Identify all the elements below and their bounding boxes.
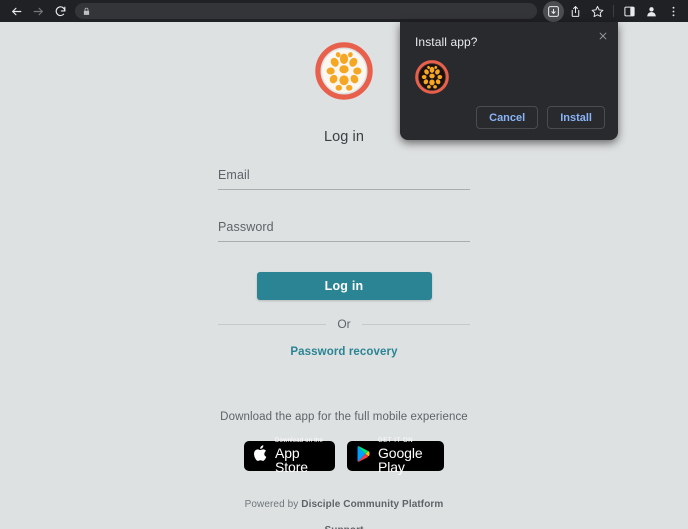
password-label: Password	[218, 220, 274, 234]
cancel-button[interactable]: Cancel	[476, 106, 539, 129]
email-underline	[218, 189, 470, 190]
navigation-buttons	[0, 1, 70, 21]
login-form: Email Password	[218, 168, 470, 272]
powered-brand: Disciple Community Platform	[301, 499, 444, 510]
forward-button[interactable]	[28, 1, 48, 21]
powered-prefix: Powered by	[244, 499, 302, 510]
google-play-icon	[356, 445, 372, 468]
dialog-app-logo	[415, 60, 449, 94]
divider-label: Or	[337, 317, 351, 331]
app-store-small-label: Download on the	[275, 438, 324, 444]
app-store-big-label: App Store	[275, 445, 308, 475]
support-link[interactable]: Support	[245, 525, 444, 529]
or-divider: Or	[218, 317, 470, 331]
toolbar-actions	[543, 0, 688, 22]
install-button[interactable]: Install	[547, 106, 605, 129]
three-dot-menu-icon[interactable]	[663, 1, 684, 22]
dialog-title: Install app?	[415, 35, 478, 49]
app-store-badge[interactable]: Download on the App Store	[244, 438, 335, 474]
side-panel-icon[interactable]	[619, 1, 640, 22]
email-field[interactable]: Email	[218, 168, 470, 190]
install-app-dialog: Install app? Cancel Install	[400, 22, 618, 140]
download-prompt-text: Download the app for the full mobile exp…	[220, 411, 468, 423]
powered-by-text: Powered by Disciple Community Platform	[245, 499, 444, 510]
google-play-badge[interactable]: GET IT ON Google Play	[347, 438, 444, 474]
address-bar[interactable]	[75, 3, 537, 19]
password-underline	[218, 241, 470, 242]
page-footer: Powered by Disciple Community Platform S…	[245, 499, 444, 529]
app-store-text: Download on the App Store	[275, 438, 326, 474]
google-play-text: GET IT ON Google Play	[378, 438, 435, 474]
google-play-big-label: Google Play	[378, 445, 423, 475]
divider-line-right	[361, 323, 470, 325]
passion-fruit-logo-icon	[415, 60, 449, 94]
reload-icon	[54, 5, 67, 18]
browser-toolbar	[0, 0, 688, 22]
reload-button[interactable]	[50, 1, 70, 21]
install-app-icon[interactable]	[543, 0, 564, 22]
toolbar-divider	[613, 5, 614, 17]
page-title: Log in	[323, 129, 365, 145]
app-store-badges: Download on the App Store GET IT ON Goog…	[244, 438, 444, 474]
email-label: Email	[218, 168, 250, 182]
profile-avatar-icon[interactable]	[641, 1, 662, 22]
password-field[interactable]: Password	[218, 220, 470, 242]
close-icon[interactable]	[594, 27, 612, 45]
browser-window: Log in Email Password Log in Or Password…	[0, 0, 688, 529]
dialog-actions: Cancel Install	[476, 106, 605, 129]
apple-icon	[253, 444, 269, 468]
back-button[interactable]	[6, 1, 26, 21]
password-recovery-link[interactable]: Password recovery	[290, 346, 397, 358]
share-icon[interactable]	[565, 1, 586, 22]
google-play-small-label: GET IT ON	[378, 438, 414, 444]
passion-fruit-logo-icon	[315, 42, 373, 100]
divider-line-left	[218, 323, 327, 325]
login-submit-button[interactable]: Log in	[256, 272, 432, 300]
arrow-right-icon	[32, 5, 45, 18]
lock-icon	[82, 7, 91, 16]
bookmark-star-icon[interactable]	[587, 1, 608, 22]
app-logo	[315, 42, 373, 100]
arrow-left-icon	[10, 5, 23, 18]
